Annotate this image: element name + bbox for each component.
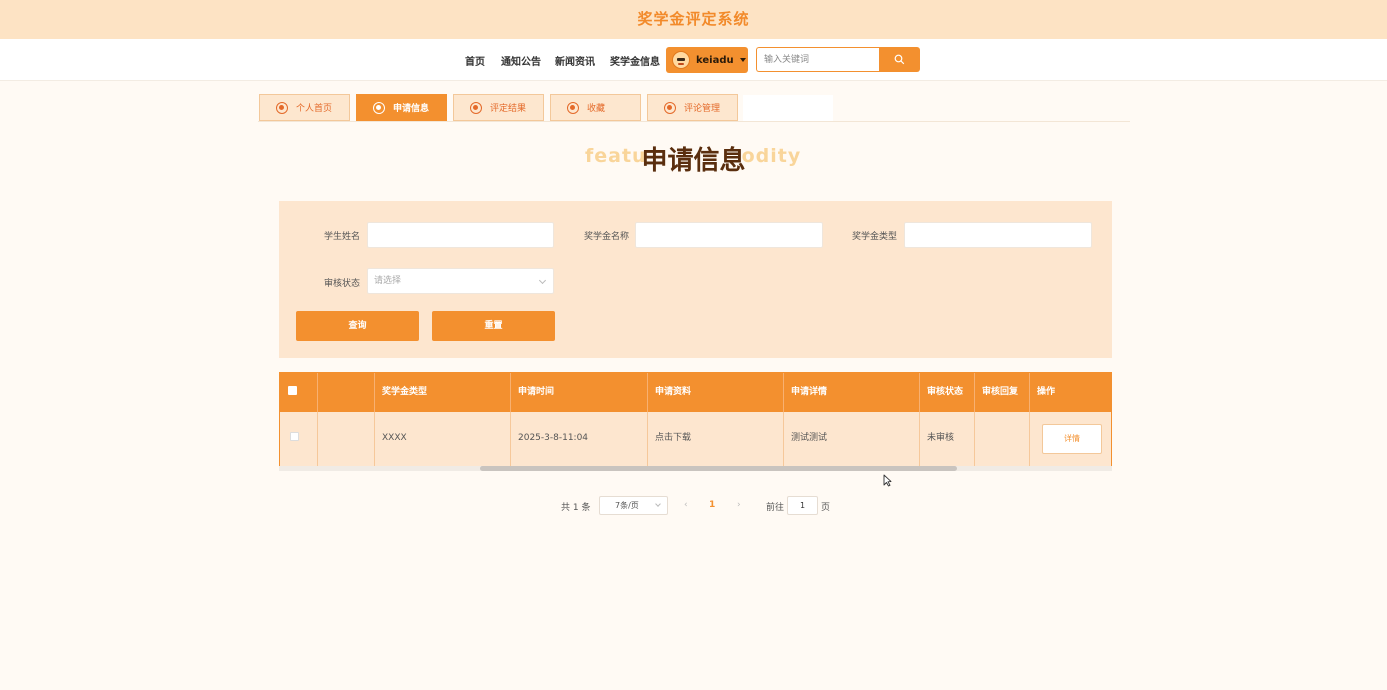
search-input[interactable] xyxy=(756,47,880,72)
nav-notices[interactable]: 通知公告 xyxy=(501,53,541,68)
tab-label: 收藏 xyxy=(587,104,606,114)
tab-personal-home[interactable]: 个人首页 xyxy=(259,94,350,121)
tabs-divider xyxy=(258,121,1130,122)
tab-label: 评定结果 xyxy=(490,104,527,114)
scholarship-name-input[interactable] xyxy=(635,222,823,248)
user-menu-button[interactable]: keiadu xyxy=(666,47,748,73)
page-number-current[interactable]: 1 xyxy=(709,500,715,510)
top-header-bar: 奖学金评定系统 xyxy=(0,0,1387,39)
detail-button[interactable]: 详情 xyxy=(1042,424,1102,454)
nav-scholarships[interactable]: 奖学金信息 xyxy=(610,53,660,68)
column-header-type: 奖学金类型 xyxy=(375,373,511,412)
tab-label: 申请信息 xyxy=(393,104,430,114)
status-label: 审核状态 xyxy=(323,279,360,289)
tab-favorites[interactable]: 收藏 xyxy=(550,94,641,121)
goto-label: 前往 xyxy=(766,503,785,513)
cell-status: 未审核 xyxy=(920,412,975,466)
avatar xyxy=(672,51,690,69)
prev-page-button[interactable]: ‹ xyxy=(684,500,688,510)
column-header xyxy=(318,373,375,412)
cell-type: XXXX xyxy=(375,412,511,466)
page-size-select[interactable]: 7条/页 xyxy=(599,496,668,515)
status-select[interactable]: 请选择 xyxy=(367,268,554,294)
column-header-status: 审核状态 xyxy=(920,373,975,412)
user-name: keiadu xyxy=(696,54,734,66)
circle-dot-icon xyxy=(373,101,385,114)
tab-spacer xyxy=(743,95,833,121)
cell-action: 详情 xyxy=(1030,412,1111,466)
circle-dot-icon xyxy=(664,101,676,114)
goto-page-input[interactable] xyxy=(787,496,818,515)
horizontal-scrollbar[interactable] xyxy=(480,466,957,471)
status-select-placeholder: 请选择 xyxy=(374,276,402,286)
page-suffix-label: 页 xyxy=(821,503,831,513)
site-title: 奖学金评定系统 xyxy=(637,10,750,28)
tab-comments[interactable]: 评论管理 xyxy=(647,94,738,121)
table-cell xyxy=(318,412,375,466)
scholarship-type-label: 奖学金类型 xyxy=(851,232,897,242)
cell-reply xyxy=(975,412,1030,466)
scholarship-name-label: 奖学金名称 xyxy=(583,232,629,242)
select-all-cell xyxy=(280,373,318,412)
row-select-cell xyxy=(280,412,318,466)
student-name-label: 学生姓名 xyxy=(323,232,360,242)
tab-label: 评论管理 xyxy=(684,104,721,114)
select-all-checkbox[interactable] xyxy=(288,386,297,395)
row-checkbox[interactable] xyxy=(290,432,299,441)
filter-panel: 学生姓名 奖学金名称 奖学金类型 审核状态 请选择 查询 重置 xyxy=(279,201,1112,358)
page-title: 申请信息 xyxy=(641,146,746,176)
query-button[interactable]: 查询 xyxy=(296,311,419,341)
nav-news[interactable]: 新闻资讯 xyxy=(555,53,595,68)
mouse-cursor-icon xyxy=(883,474,892,487)
circle-dot-icon xyxy=(276,101,288,114)
search-button[interactable] xyxy=(879,47,920,72)
tab-label: 个人首页 xyxy=(296,104,333,114)
column-header-detail: 申请详情 xyxy=(784,373,920,412)
column-header-reply: 审核回复 xyxy=(975,373,1030,412)
tab-results[interactable]: 评定结果 xyxy=(453,94,544,121)
nav-home[interactable]: 首页 xyxy=(465,53,485,68)
column-header-material: 申请资料 xyxy=(648,373,784,412)
column-header-time: 申请时间 xyxy=(511,373,648,412)
cell-detail: 测试测试 xyxy=(784,412,920,466)
cell-time: 2025-3-8-11:04 xyxy=(511,412,648,466)
pagination-total: 共 1 条 xyxy=(561,503,591,513)
next-page-button[interactable]: › xyxy=(737,500,741,510)
chevron-down-icon xyxy=(538,276,547,285)
page-size-value: 7条/页 xyxy=(615,501,639,510)
table-row: XXXX 2025-3-8-11:04 点击下载 测试测试 未审核 详情 xyxy=(280,412,1111,466)
cell-material-download[interactable]: 点击下载 xyxy=(648,412,784,466)
column-header-action: 操作 xyxy=(1037,387,1056,397)
student-name-input[interactable] xyxy=(367,222,554,248)
applications-table: 奖学金类型 申请时间 申请资料 申请详情 审核状态 审核回复 操作 XXXX 2… xyxy=(279,372,1112,467)
caret-down-icon xyxy=(739,58,746,62)
circle-dot-icon xyxy=(470,101,482,114)
table-header: 奖学金类型 申请时间 申请资料 申请详情 审核状态 审核回复 操作 xyxy=(280,373,1111,412)
tab-application-info[interactable]: 申请信息 xyxy=(356,94,447,121)
scholarship-type-input[interactable] xyxy=(904,222,1092,248)
reset-button[interactable]: 重置 xyxy=(432,311,555,341)
search-icon xyxy=(894,54,905,65)
chevron-down-icon xyxy=(655,501,661,507)
circle-dot-icon xyxy=(567,101,579,114)
